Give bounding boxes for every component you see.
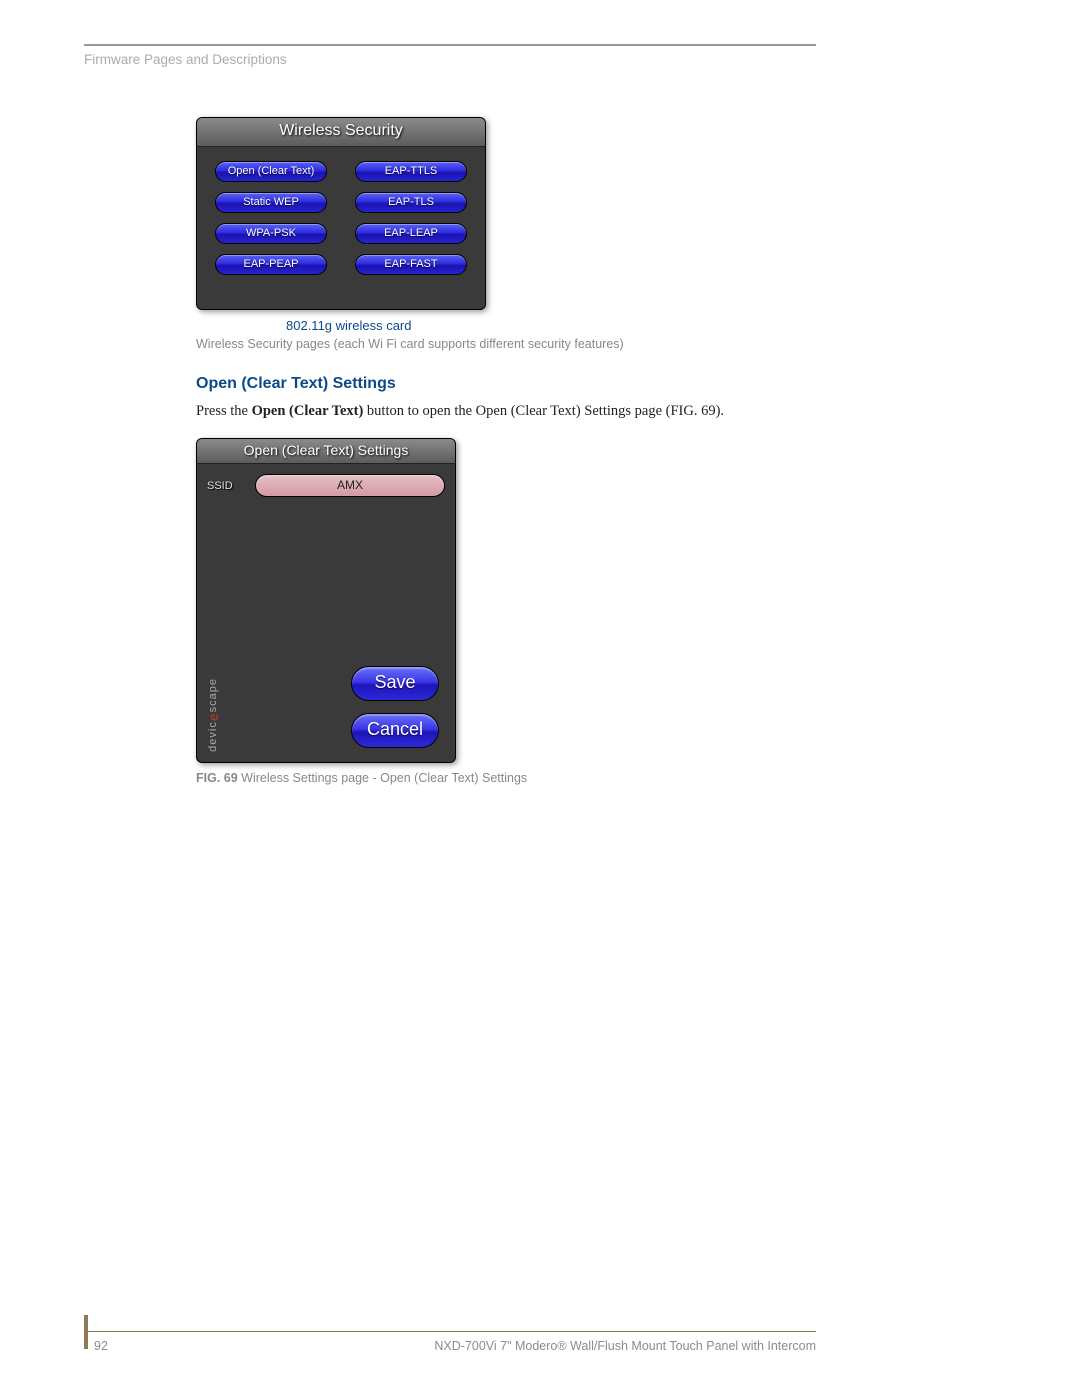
open-clear-text-panel: Open (Clear Text) Settings SSID AMX Save…: [196, 438, 456, 763]
body-paragraph: Press the Open (Clear Text) button to op…: [196, 403, 816, 420]
eap-ttls-button[interactable]: EAP-TTLS: [355, 161, 467, 182]
eap-fast-button[interactable]: EAP-FAST: [355, 254, 467, 275]
eap-leap-button[interactable]: EAP-LEAP: [355, 223, 467, 244]
static-wep-button[interactable]: Static WEP: [215, 192, 327, 213]
page-number: 92: [94, 1339, 108, 1353]
cancel-button[interactable]: Cancel: [351, 713, 439, 748]
ssid-label: SSID: [207, 480, 245, 492]
save-button[interactable]: Save: [351, 666, 439, 701]
ssid-field[interactable]: AMX: [255, 474, 445, 497]
wireless-security-title: Wireless Security: [197, 118, 485, 147]
eap-tls-button[interactable]: EAP-TLS: [355, 192, 467, 213]
open-clear-text-button[interactable]: Open (Clear Text): [215, 161, 327, 182]
open-clear-text-title: Open (Clear Text) Settings: [197, 439, 455, 464]
wireless-card-caption: 802.11g wireless card: [286, 318, 816, 333]
wpa-psk-button[interactable]: WPA-PSK: [215, 223, 327, 244]
figure-caption: FIG. 69 Wireless Settings page - Open (C…: [196, 771, 816, 785]
eap-peap-button[interactable]: EAP-PEAP: [215, 254, 327, 275]
devicescape-brand: devicescape: [205, 678, 221, 752]
header-section: Firmware Pages and Descriptions: [84, 52, 816, 67]
product-name: NXD-700Vi 7" Modero® Wall/Flush Mount To…: [434, 1339, 816, 1353]
section-heading: Open (Clear Text) Settings: [196, 375, 816, 393]
wireless-security-note: Wireless Security pages (each Wi Fi card…: [196, 337, 816, 351]
wireless-security-panel: Wireless Security Open (Clear Text) EAP-…: [196, 117, 486, 310]
page-footer: 92 NXD-700Vi 7" Modero® Wall/Flush Mount…: [84, 1323, 816, 1353]
